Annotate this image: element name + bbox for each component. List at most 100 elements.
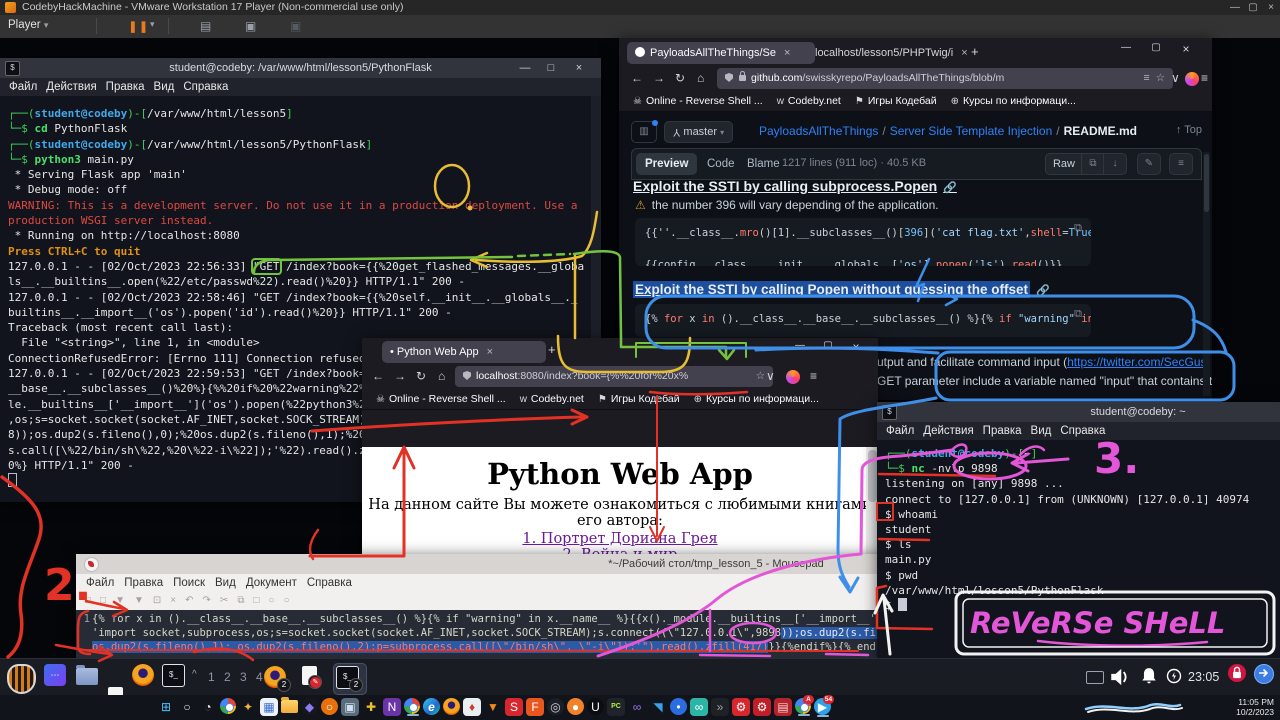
url-bar[interactable]: localhost:8080/index?book={%%20for%20x% … <box>455 366 773 387</box>
bookmark-0[interactable]: ☠Online - Reverse Shell ... <box>376 393 506 405</box>
book-link-1[interactable]: 1. Портрет Дориана Грея <box>362 531 878 547</box>
taskbar-telegram-icon[interactable]: ▶54 <box>814 698 831 715</box>
pocket-icon[interactable]: ∨ <box>1171 71 1180 85</box>
lock-screen-icon[interactable] <box>1228 664 1246 682</box>
code-block-1[interactable]: {{''.__class__.mro()[1].__subclasses__()… <box>635 218 1091 266</box>
taskbar-start-icon[interactable]: ⊞ <box>157 698 175 716</box>
mp-menu-2[interactable]: Поиск <box>173 577 205 589</box>
taskbar-calendar-app-icon[interactable]: ▦ <box>260 698 278 716</box>
mp-tool-9[interactable]: ⧉ <box>237 595 244 606</box>
menu-3[interactable]: Вид <box>1031 425 1052 437</box>
mp-tool-6[interactable]: ↶ <box>185 595 193 606</box>
mp-menu-1[interactable]: Правка <box>124 577 163 589</box>
ff-minimize-button[interactable]: — <box>1116 42 1136 53</box>
download-icon[interactable]: ↓ <box>1103 153 1127 175</box>
tab-close-icon[interactable]: × <box>784 47 790 59</box>
home-icon[interactable]: ⌂ <box>438 369 445 383</box>
windows-tray-clock[interactable]: 11:05 PM 10/2/2023 <box>1236 698 1274 717</box>
bookmark-2[interactable]: ⚑Игры Кодебай <box>855 95 937 107</box>
taskbar-paint-app-icon[interactable]: ♦ <box>463 698 481 716</box>
menu-0[interactable]: Файл <box>9 81 37 93</box>
mp-tool-10[interactable]: □ <box>253 595 259 606</box>
suspend-caret[interactable]: ▾ <box>150 19 155 30</box>
copy-raw-icon[interactable]: ⧉ <box>1081 153 1105 175</box>
back-icon[interactable]: ← <box>631 71 643 85</box>
breadcrumb-repo-link[interactable]: PayloadsAllTheThings <box>759 124 878 138</box>
mp-tool-5[interactable]: × <box>170 595 176 606</box>
copy-code-icon[interactable]: ⧉ <box>1074 308 1082 321</box>
taskbar-toolbox-app-icon[interactable]: ▤ <box>774 698 792 716</box>
home-icon[interactable]: ⌂ <box>697 71 704 85</box>
fullscreen-icon[interactable]: ▣ <box>245 19 256 33</box>
panel-expander-icon[interactable]: ^ <box>192 669 197 680</box>
taskbar-assistant-app-icon[interactable]: ✦ <box>239 698 257 716</box>
mp-tool-4[interactable]: ⊡ <box>153 595 161 606</box>
tab-localhost-phptwig[interactable]: localhost/lesson5/PHPTwig/i× <box>807 42 975 64</box>
open-mousepad-window[interactable]: 2 <box>300 664 328 694</box>
mp-tool-1[interactable]: □ <box>100 595 106 606</box>
reload-icon[interactable]: ↻ <box>675 71 685 85</box>
taskbar-s-red-app-icon[interactable]: S <box>505 698 523 716</box>
terminal-titlebar[interactable]: $ student@codeby: /var/www/html/lesson5/… <box>0 58 601 78</box>
mp-tool-8[interactable]: ✂ <box>220 595 228 606</box>
bookmark-0[interactable]: ☠Online - Reverse Shell ... <box>633 95 763 107</box>
host-maximize-button[interactable]: ▢ <box>1244 0 1262 15</box>
github-scrollbar[interactable] <box>1203 152 1210 396</box>
mp-tool-7[interactable]: ↷ <box>203 595 211 606</box>
volume-icon[interactable] <box>1110 667 1130 692</box>
menu-1[interactable]: Действия <box>46 81 96 93</box>
ff-maximize-button[interactable]: ▢ <box>1146 42 1166 53</box>
mp-tool-12[interactable]: ○ <box>284 595 290 606</box>
profile-avatar[interactable] <box>1185 72 1199 86</box>
new-tab-button[interactable]: + <box>548 342 556 357</box>
taskbar-gear-red-app-2-icon[interactable]: ⚙ <box>753 698 771 716</box>
taskbar-gauge-app-icon[interactable]: ◔ <box>199 698 217 716</box>
outline-icon[interactable]: ≡ <box>1169 153 1193 175</box>
taskbar-obsidian-app-icon[interactable]: ◆ <box>301 698 318 715</box>
terminal-maximize-button[interactable]: □ <box>543 58 559 78</box>
anchor-link-icon[interactable]: 🔗 <box>1036 285 1050 297</box>
bookmark-star-icon[interactable]: ☆ <box>1156 68 1165 89</box>
branch-selector[interactable]: Y master ▾ <box>664 121 733 143</box>
hamburger-menu-icon[interactable]: ≡ <box>810 369 817 383</box>
back-to-top-link[interactable]: ↑ Top <box>1176 124 1202 136</box>
notification-bell-icon[interactable] <box>1140 667 1158 690</box>
new-tab-button[interactable]: + <box>971 44 979 59</box>
suspend-button[interactable]: ❚❚ <box>128 19 149 33</box>
url-bar[interactable]: github.com/swisskyrepo/PayloadsAllTheThi… <box>717 68 1173 89</box>
terminal-launcher-icon[interactable]: $_ <box>162 664 185 687</box>
menu-4[interactable]: Справка <box>183 81 228 93</box>
vm-clock[interactable]: 23:05 <box>1188 670 1219 684</box>
taskbar-firefox-icon[interactable] <box>443 698 460 715</box>
forward-icon[interactable]: → <box>653 71 665 85</box>
taskbar-gear-red-app-icon[interactable]: ⚙ <box>732 698 750 716</box>
ff-maximize-button[interactable]: ▢ <box>818 340 838 351</box>
mp-menu-4[interactable]: Документ <box>246 577 297 589</box>
file-manager-icon[interactable] <box>76 668 98 685</box>
terminal-minimize-button[interactable]: — <box>517 58 533 78</box>
taskbar-unreal-engine-icon[interactable]: U <box>587 698 604 715</box>
edit-icon[interactable]: ✎ <box>1137 153 1161 175</box>
menu-4[interactable]: Справка <box>1060 425 1105 437</box>
profile-avatar[interactable] <box>786 370 800 384</box>
firefox-launcher-icon[interactable] <box>132 664 154 686</box>
heading-popen-offset[interactable]: Exploit the SSTI by calling Popen withou… <box>633 282 1050 297</box>
tab-close-icon[interactable]: × <box>961 47 967 59</box>
tab-payloadsallthethings[interactable]: PayloadsAllTheThings/Se× <box>627 42 815 64</box>
host-minimize-button[interactable]: — <box>1226 0 1244 15</box>
anchor-link-icon[interactable]: 🔗 <box>943 182 957 194</box>
terminal-close-button[interactable]: × <box>571 58 587 78</box>
tab-preview[interactable]: Preview <box>636 153 697 175</box>
taskbar-map-pin-app-icon[interactable]: • <box>670 698 687 715</box>
pocket-icon[interactable]: ∨ <box>766 369 775 383</box>
bookmark-3[interactable]: ⊕Курсы по информаци... <box>951 95 1076 107</box>
show-desktop-icon[interactable] <box>1086 671 1104 684</box>
forward-icon[interactable]: → <box>394 369 406 383</box>
code-block-2[interactable]: {% for x in ().__class__.__base__.__subc… <box>635 304 1091 337</box>
twitter-link[interactable]: https://twitter.com/SecGus <box>1067 355 1206 369</box>
mp-tool-3[interactable]: ▼ <box>134 595 144 606</box>
taskbar-orange-ring-app-icon[interactable]: ○ <box>321 698 338 715</box>
mp-tool-0[interactable]: □ <box>85 595 91 606</box>
mp-menu-0[interactable]: Файл <box>86 577 114 589</box>
reload-icon[interactable]: ↻ <box>416 369 426 383</box>
